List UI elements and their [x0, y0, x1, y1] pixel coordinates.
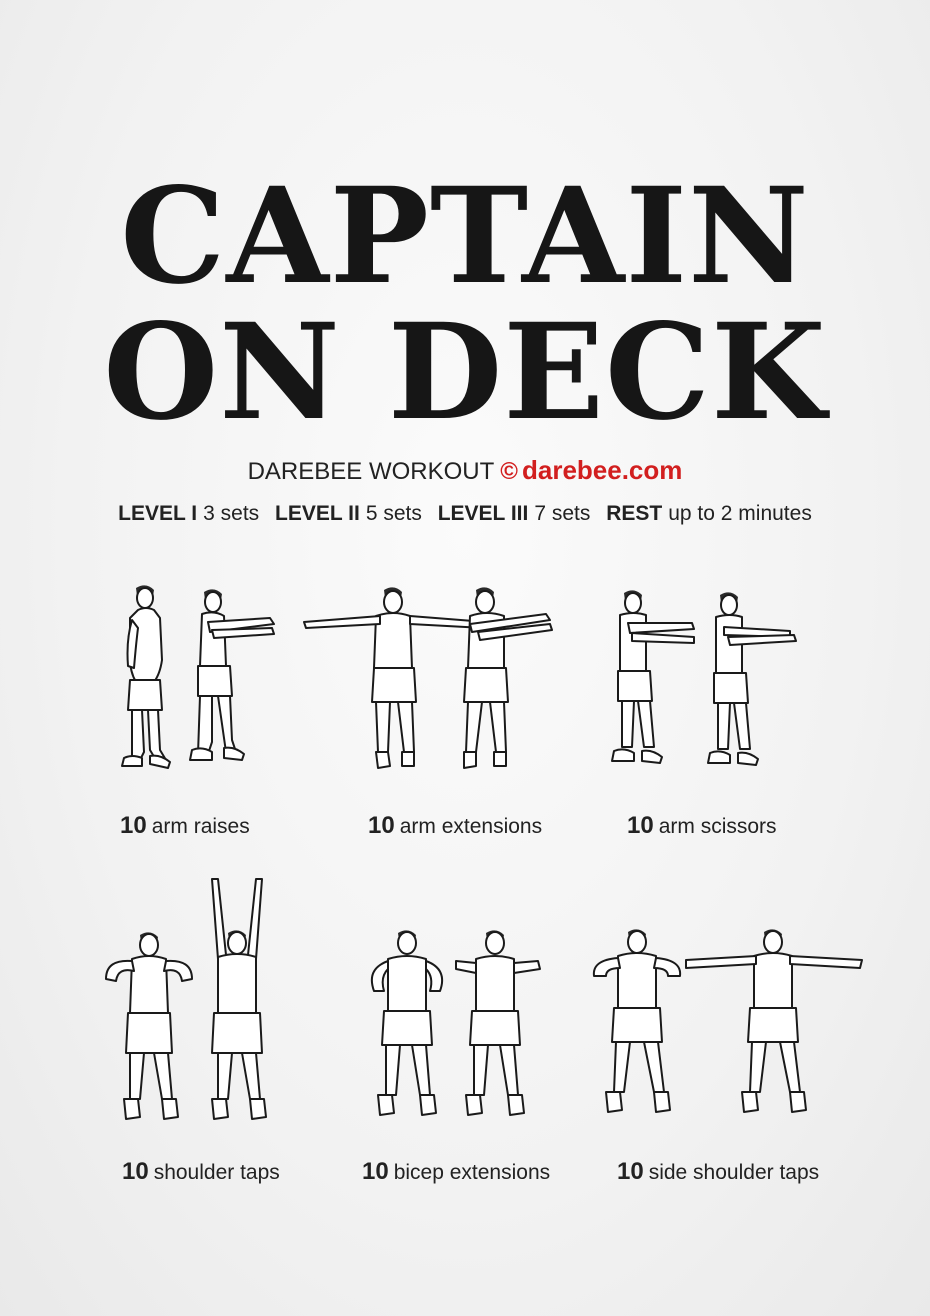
level-1-label: LEVEL I — [118, 502, 198, 525]
figure-scissors-up — [611, 590, 695, 764]
exercise-caption-4: 10 shoulder taps — [122, 1158, 280, 1187]
exercise-name: shoulder taps — [153, 1161, 280, 1184]
exercise-reps: 10 — [617, 1158, 644, 1185]
figure-biceps-curled — [370, 930, 444, 1116]
figure-arms-forward — [189, 589, 275, 761]
exercise-reps: 10 — [120, 812, 147, 839]
site-link[interactable]: darebee.com — [522, 455, 682, 485]
side-shoulder-taps-illustration — [592, 929, 863, 1113]
shoulder-taps-illustration — [105, 878, 267, 1120]
level-1-value: 3 sets — [203, 502, 260, 525]
arm-extensions-illustration — [303, 587, 553, 769]
level-3-label: LEVEL III — [437, 502, 529, 525]
level-2-value: 5 sets — [365, 502, 422, 525]
figure-standing — [121, 585, 171, 769]
level-2-label: LEVEL II — [275, 502, 360, 525]
exercise-name: arm scissors — [658, 815, 777, 838]
arm-raises-illustration — [121, 585, 275, 769]
exercise-reps: 10 — [627, 812, 654, 839]
exercise-reps: 10 — [368, 812, 395, 839]
exercise-caption-6: 10 side shoulder taps — [617, 1158, 819, 1187]
arm-scissors-illustration — [611, 590, 797, 766]
figure-arms-overhead — [211, 878, 267, 1120]
byline: DAREBEE WORKOUT © darebee.com — [0, 454, 930, 488]
exercise-name: arm extensions — [399, 815, 543, 838]
rest-value: up to 2 minutes — [668, 502, 812, 525]
exercise-caption-5: 10 bicep extensions — [362, 1158, 550, 1187]
figure-side-tap-extended — [685, 929, 863, 1113]
figure-arms-crossed-forward — [463, 587, 553, 769]
figure-hands-on-shoulders — [105, 932, 193, 1120]
exercise-reps: 10 — [122, 1158, 149, 1185]
rest-label: REST — [606, 502, 663, 525]
byline-label: DAREBEE WORKOUT — [247, 458, 495, 485]
workout-title-line-2: ON DECK — [103, 295, 827, 450]
figure-arms-extended — [455, 930, 541, 1116]
copyright-icon: © — [500, 458, 518, 485]
level-3-value: 7 sets — [534, 502, 591, 525]
exercise-caption-2: 10 arm extensions — [368, 812, 542, 841]
exercise-caption-3: 10 arm scissors — [627, 812, 777, 841]
exercise-reps: 10 — [362, 1158, 389, 1185]
levels-row: LEVEL I3 sets LEVEL II 5 sets LEVEL III 7 … — [0, 499, 930, 529]
figure-arms-sideways — [303, 587, 487, 769]
exercise-name: arm raises — [151, 815, 250, 838]
workout-title-line-1: CAPTAIN — [120, 159, 810, 314]
exercise-name: side shoulder taps — [648, 1161, 820, 1184]
exercise-name: bicep extensions — [393, 1161, 551, 1184]
exercise-caption-1: 10 arm raises — [120, 812, 250, 841]
bicep-extensions-illustration — [370, 930, 541, 1116]
figure-side-tap-bent — [592, 929, 682, 1113]
figure-scissors-down — [707, 592, 797, 766]
